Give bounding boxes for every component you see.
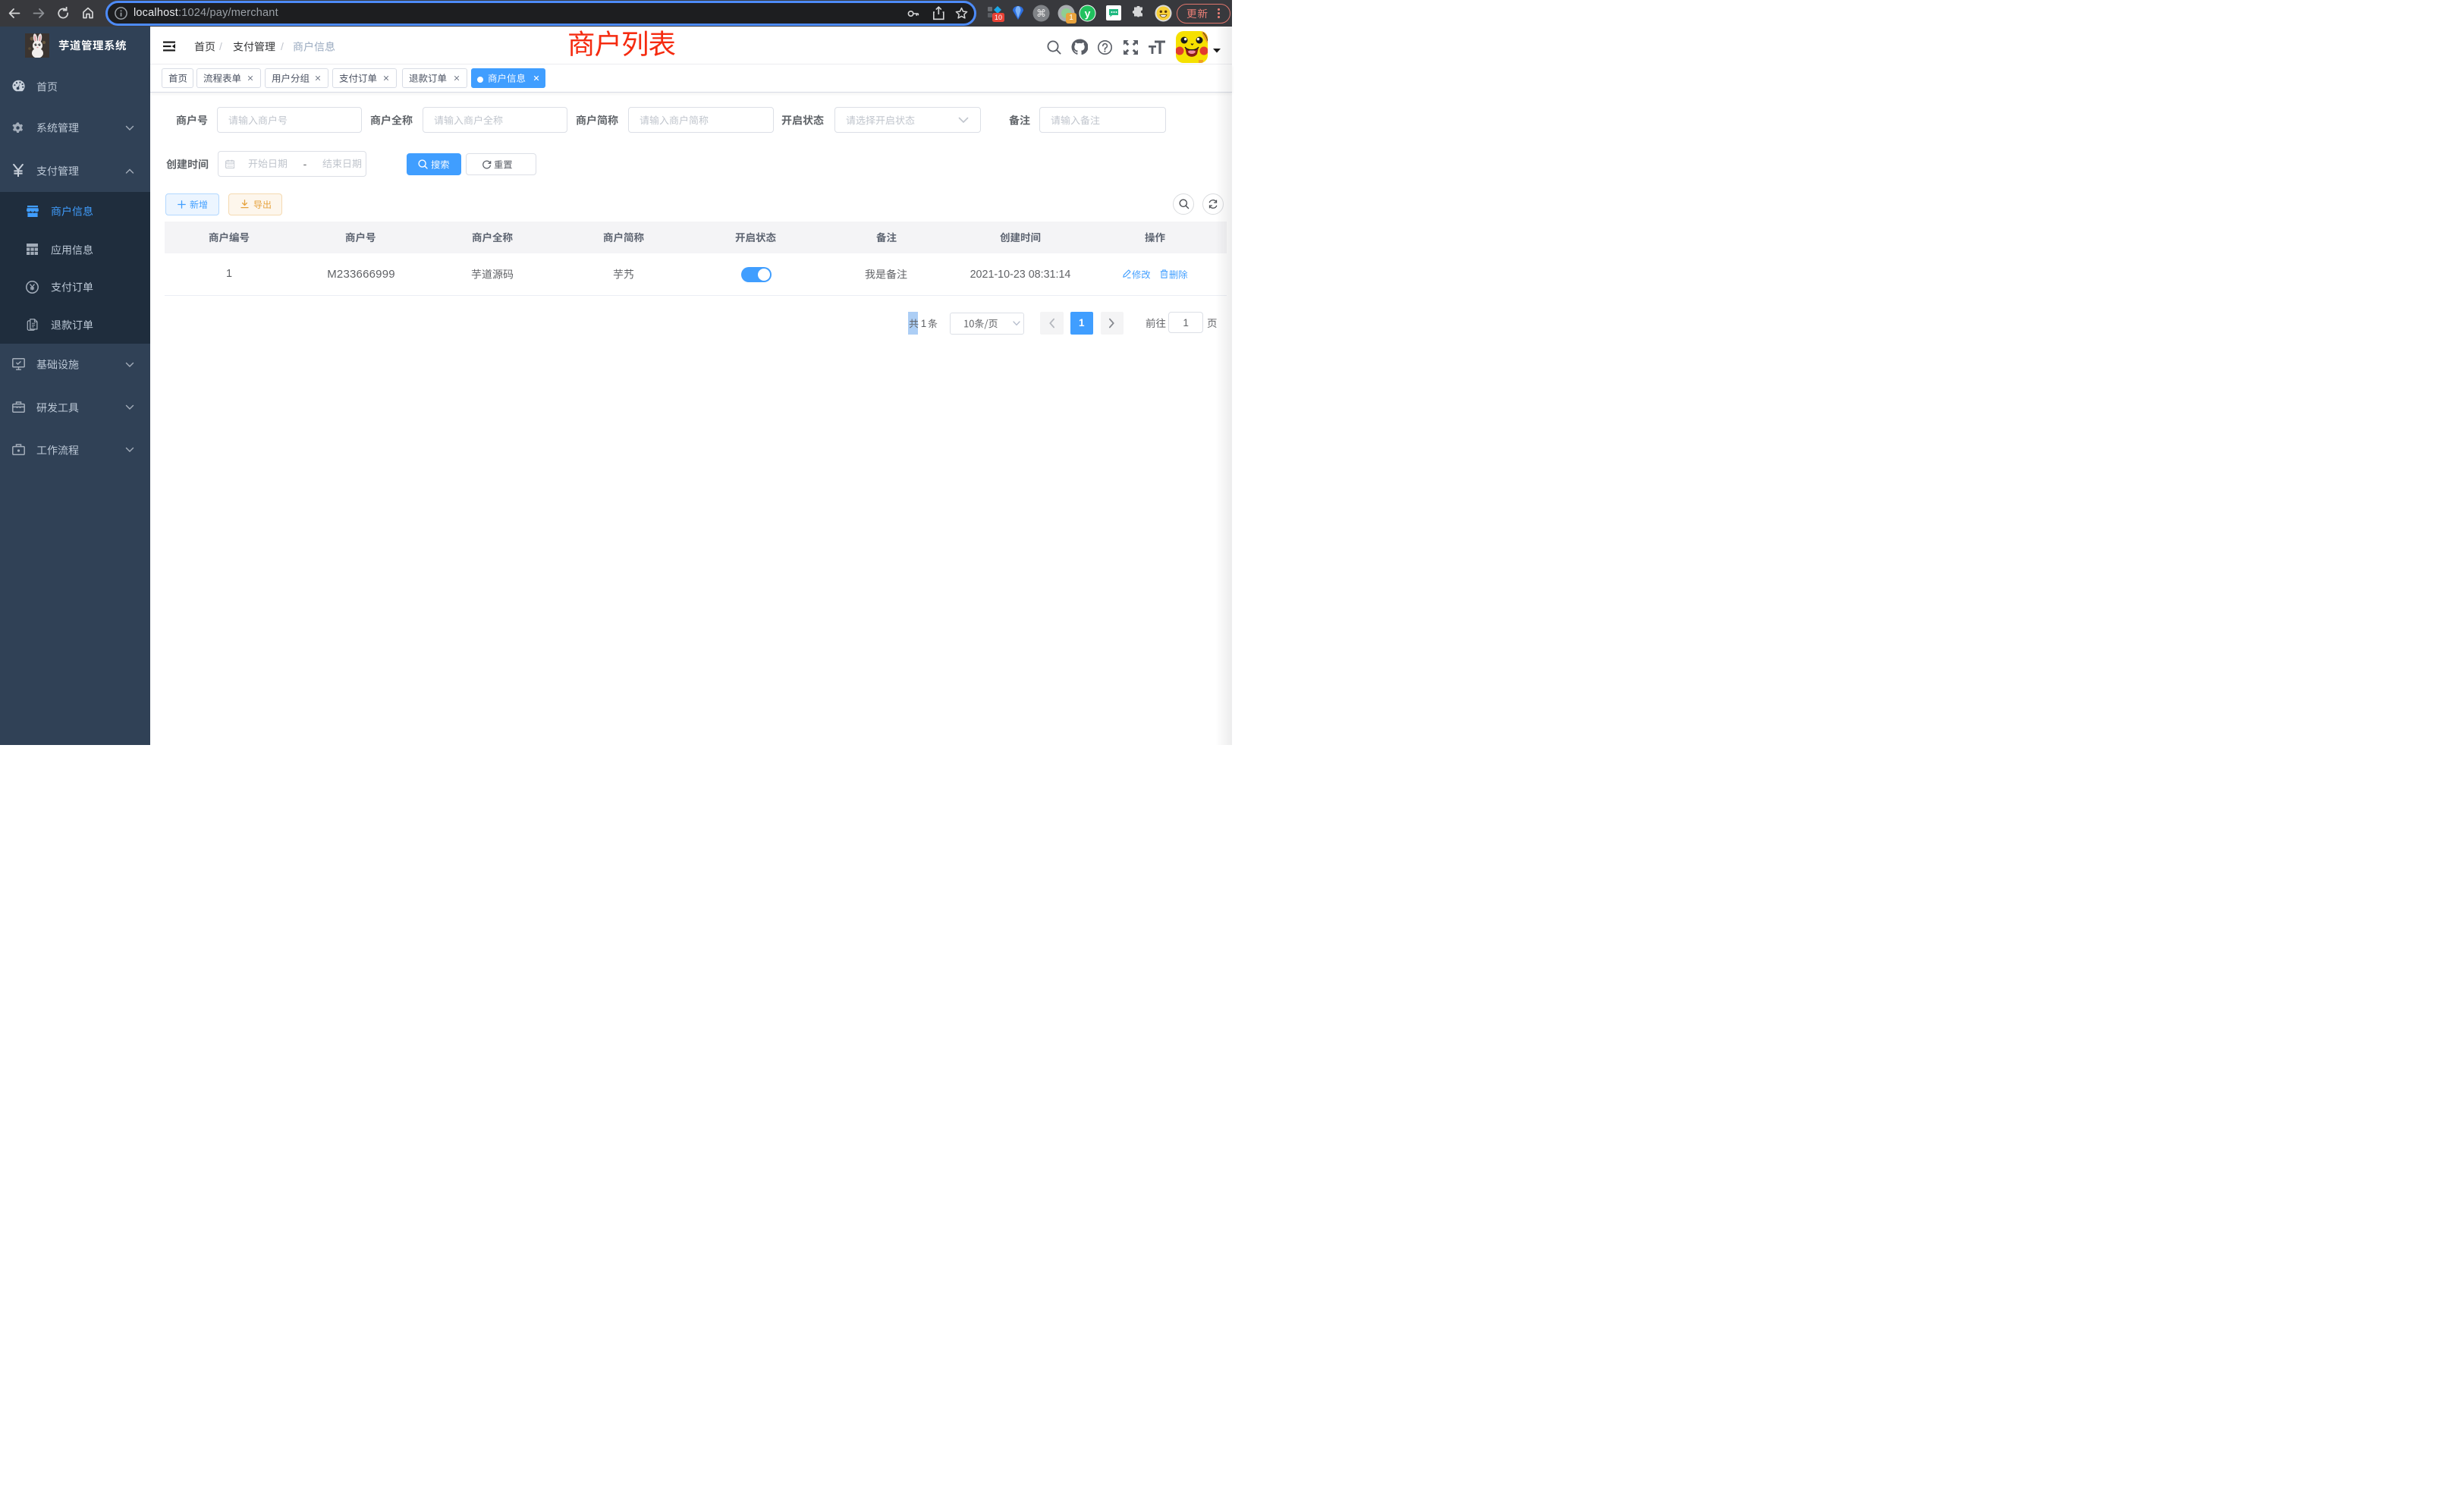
svg-text:y: y (1085, 8, 1091, 20)
svg-text:⌘: ⌘ (1036, 8, 1046, 19)
